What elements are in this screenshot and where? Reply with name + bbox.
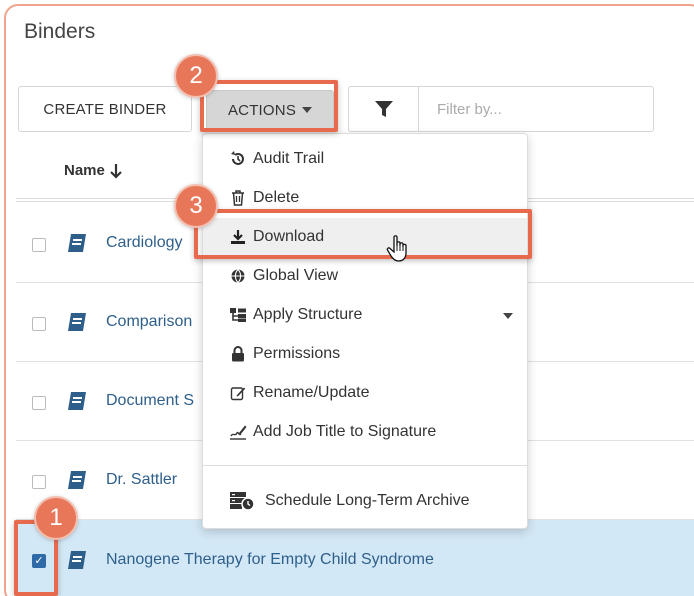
filter-icon (375, 101, 393, 117)
menu-item-label: Global View (253, 267, 339, 284)
callout-actions-highlight (200, 80, 338, 132)
name-column-label: Name (64, 162, 105, 179)
binder-link[interactable]: Document S (106, 392, 194, 410)
callout-download-highlight (194, 209, 532, 259)
step-badge-3: 3 (174, 184, 218, 228)
binder-link[interactable]: Comparison (106, 313, 192, 331)
menu-item-schedule-archive[interactable]: Schedule Long-Term Archive (203, 482, 527, 520)
binder-icon (68, 471, 86, 489)
binder-link[interactable]: Cardiology (106, 234, 182, 252)
filter-input[interactable] (418, 86, 654, 132)
history-icon (229, 150, 247, 168)
menu-item-global-view[interactable]: Global View (203, 257, 527, 295)
filter-button[interactable] (348, 86, 420, 132)
menu-item-add-job-title[interactable]: Add Job Title to Signature (203, 413, 527, 451)
panel-title: Binders (24, 20, 96, 43)
binder-link[interactable]: Nanogene Therapy for Empty Child Syndrom… (106, 551, 434, 569)
step-badge-2: 2 (174, 54, 218, 98)
edit-icon (229, 384, 247, 402)
actions-dropdown-menu: Audit Trail Delete Download Global View … (202, 133, 528, 529)
row-checkbox[interactable] (32, 238, 46, 252)
binder-icon (68, 392, 86, 410)
menu-item-label: Apply Structure (253, 306, 363, 323)
menu-item-label: Rename/Update (253, 384, 370, 401)
name-column-header[interactable]: Name (64, 162, 123, 179)
step-badge-1: 1 (34, 496, 78, 540)
signature-icon (229, 423, 247, 441)
binder-icon (68, 551, 86, 569)
menu-item-label: Add Job Title to Signature (253, 423, 437, 440)
archive-schedule-icon (229, 492, 255, 511)
binder-link[interactable]: Dr. Sattler (106, 471, 177, 489)
menu-item-permissions[interactable]: Permissions (203, 335, 527, 373)
binder-icon (68, 313, 86, 331)
menu-item-rename-update[interactable]: Rename/Update (203, 374, 527, 412)
row-checkbox[interactable] (32, 396, 46, 410)
row-checkbox[interactable] (32, 317, 46, 331)
row-checkbox[interactable] (32, 475, 46, 489)
create-binder-button[interactable]: CREATE BINDER (18, 86, 192, 132)
sort-down-arrow-icon (110, 163, 122, 179)
binder-icon (68, 234, 86, 252)
hand-cursor-icon (386, 235, 407, 262)
globe-icon (229, 267, 247, 285)
table-row-selected[interactable]: ✓ Nanogene Therapy for Empty Child Syndr… (16, 520, 694, 596)
menu-item-apply-structure[interactable]: Apply Structure (203, 296, 527, 334)
structure-icon (229, 306, 247, 324)
lock-icon (229, 345, 247, 363)
menu-item-audit-trail[interactable]: Audit Trail (203, 140, 527, 178)
menu-divider (203, 465, 527, 466)
menu-item-label: Audit Trail (253, 150, 325, 167)
caret-down-icon (503, 313, 513, 319)
menu-item-label: Permissions (253, 345, 341, 362)
trash-icon (229, 189, 247, 207)
menu-item-label: Schedule Long-Term Archive (265, 492, 470, 509)
menu-item-label: Delete (253, 189, 300, 206)
